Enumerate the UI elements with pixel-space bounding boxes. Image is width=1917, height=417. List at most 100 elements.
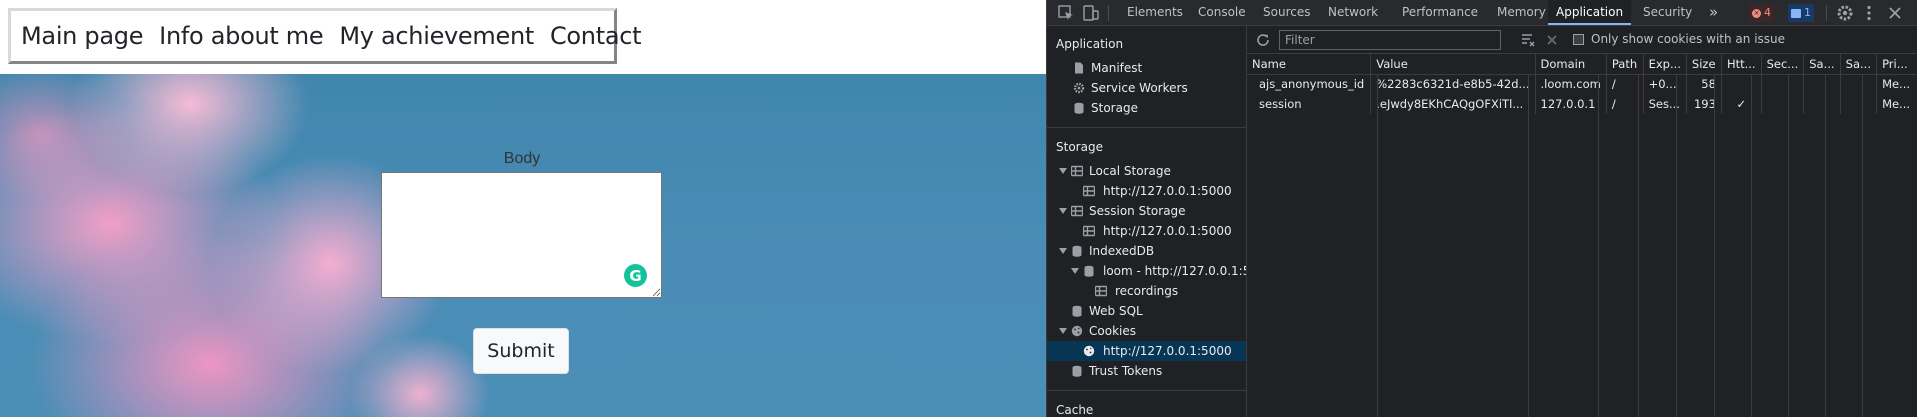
tab-memory[interactable]: Memory xyxy=(1489,0,1554,25)
application-sidebar: Application Manifest Service Workers Sto… xyxy=(1047,26,1247,417)
sidebar-item-label: Storage xyxy=(1091,101,1138,115)
nav-link-my-achievement[interactable]: My achievement xyxy=(339,22,534,50)
sidebar-item-local-storage[interactable]: Local Storage xyxy=(1047,161,1246,181)
delete-cookie-icon[interactable] xyxy=(1545,33,1559,47)
column-header-size[interactable]: Size xyxy=(1686,54,1722,75)
nav-link-contact[interactable]: Contact xyxy=(550,22,642,50)
column-header-samesite[interactable]: Sa... xyxy=(1803,54,1841,75)
refresh-icon[interactable] xyxy=(1255,32,1271,48)
cookie-samesite xyxy=(1803,74,1841,94)
column-header-path[interactable]: Path xyxy=(1606,54,1644,75)
database-icon xyxy=(1072,365,1082,377)
expand-triangle-icon[interactable] xyxy=(1071,268,1079,274)
cookie-secure xyxy=(1761,74,1805,94)
gear-icon xyxy=(1073,82,1085,94)
column-header-sameparty[interactable]: Sa... xyxy=(1840,54,1878,75)
cookie-sameparty xyxy=(1840,74,1878,94)
sidebar-item-web-sql[interactable]: Web SQL xyxy=(1047,301,1246,321)
sidebar-item-manifest[interactable]: Manifest xyxy=(1047,58,1246,78)
column-divider xyxy=(1377,74,1378,417)
tab-security[interactable]: Security xyxy=(1635,0,1700,25)
nav-link-info-about-me[interactable]: Info about me xyxy=(159,22,323,50)
column-header-priority[interactable]: Pri... xyxy=(1876,54,1917,75)
expand-triangle-icon[interactable] xyxy=(1059,248,1067,254)
settings-gear-icon[interactable] xyxy=(1835,3,1855,23)
sidebar-item-indexeddb[interactable]: IndexedDB xyxy=(1047,241,1246,261)
column-divider xyxy=(1825,74,1826,417)
sidebar-item-label: loom - http://127.0.0.1:5000 xyxy=(1103,264,1246,278)
clear-filtered-cookies-icon[interactable] xyxy=(1520,32,1536,48)
message-count: 1 xyxy=(1804,6,1811,19)
column-header-name[interactable]: Name xyxy=(1247,54,1372,75)
tab-elements[interactable]: Elements xyxy=(1119,0,1191,25)
sidebar-item-indexeddb-loom[interactable]: loom - http://127.0.0.1:5000 xyxy=(1047,261,1246,281)
expand-triangle-icon[interactable] xyxy=(1059,328,1067,334)
sidebar-divider xyxy=(1047,127,1246,128)
column-header-httponly[interactable]: Htt... xyxy=(1721,54,1762,75)
database-icon xyxy=(1084,265,1094,277)
cookie-name: session xyxy=(1247,94,1372,114)
table-row[interactable]: session .eJwdy8EKhCAQgOFXiTl... 127.0.0.… xyxy=(1247,94,1917,114)
cookie-priority: Me... xyxy=(1876,74,1917,94)
more-options-icon[interactable] xyxy=(1859,3,1879,23)
cookie-value: %2283c6321d-e8b5-42d... xyxy=(1370,74,1536,94)
cookie-priority: Me... xyxy=(1876,94,1917,114)
sidebar-item-label: http://127.0.0.1:5000 xyxy=(1103,344,1232,358)
cookie-domain: 127.0.0.1 xyxy=(1535,94,1607,114)
sidebar-item-label: Local Storage xyxy=(1089,164,1171,178)
sidebar-item-cookies-origin[interactable]: http://127.0.0.1:5000 xyxy=(1047,341,1246,361)
cookie-size: 58 xyxy=(1686,74,1722,94)
error-count-badge[interactable]: × 4 xyxy=(1749,4,1774,22)
more-tabs-icon[interactable]: » xyxy=(1701,0,1726,25)
nav-link-main-page[interactable]: Main page xyxy=(21,22,143,50)
sidebar-item-storage[interactable]: Storage xyxy=(1047,98,1246,118)
column-divider xyxy=(1714,74,1715,417)
column-header-value[interactable]: Value xyxy=(1370,54,1536,75)
column-divider xyxy=(1528,74,1529,417)
table-row[interactable]: ajs_anonymous_id %2283c6321d-e8b5-42d...… xyxy=(1247,74,1917,94)
table-grid-icon xyxy=(1083,185,1095,197)
table-grid-icon xyxy=(1071,205,1083,217)
sidebar-section-cache: Cache xyxy=(1056,403,1094,417)
sidebar-item-service-workers[interactable]: Service Workers xyxy=(1047,78,1246,98)
tab-performance[interactable]: Performance xyxy=(1394,0,1486,25)
sidebar-item-label: IndexedDB xyxy=(1089,244,1155,258)
grammarly-icon[interactable]: G xyxy=(624,264,647,287)
error-count: 4 xyxy=(1764,6,1771,19)
sidebar-item-recordings[interactable]: recordings xyxy=(1047,281,1246,301)
tab-console[interactable]: Console xyxy=(1190,0,1254,25)
message-icon xyxy=(1791,8,1801,18)
device-toolbar-icon[interactable] xyxy=(1081,3,1101,23)
sidebar-item-local-storage-origin[interactable]: http://127.0.0.1:5000 xyxy=(1047,181,1246,201)
body-textarea[interactable] xyxy=(381,172,662,298)
column-header-expires[interactable]: Exp... xyxy=(1643,54,1687,75)
top-navbar: Main page Info about me My achievement C… xyxy=(8,8,642,64)
cookies-filter-input[interactable] xyxy=(1279,30,1501,50)
close-devtools-icon[interactable] xyxy=(1885,3,1905,23)
sidebar-item-trust-tokens[interactable]: Trust Tokens xyxy=(1047,361,1246,381)
cookie-name: ajs_anonymous_id xyxy=(1247,74,1372,94)
message-count-badge[interactable]: 1 xyxy=(1788,4,1814,22)
expand-triangle-icon[interactable] xyxy=(1059,168,1067,174)
column-header-domain[interactable]: Domain xyxy=(1535,54,1607,75)
expand-triangle-icon[interactable] xyxy=(1059,208,1067,214)
cookie-httponly: ✓ xyxy=(1721,94,1762,114)
only-issue-label: Only show cookies with an issue xyxy=(1591,32,1786,46)
tab-application[interactable]: Application xyxy=(1548,0,1632,25)
database-icon xyxy=(1074,102,1084,114)
cookie-icon xyxy=(1083,345,1095,357)
tab-network[interactable]: Network xyxy=(1320,0,1386,25)
cookie-expires: Ses... xyxy=(1643,94,1687,114)
cookie-httponly xyxy=(1721,74,1762,94)
column-header-secure[interactable]: Sec... xyxy=(1761,54,1805,75)
sidebar-item-label: Cookies xyxy=(1089,324,1136,338)
sidebar-item-session-storage[interactable]: Session Storage xyxy=(1047,201,1246,221)
sidebar-item-session-storage-origin[interactable]: http://127.0.0.1:5000 xyxy=(1047,221,1246,241)
table-header-row: Name Value Domain Path Exp... Size Htt..… xyxy=(1247,54,1917,75)
submit-button[interactable]: Submit xyxy=(473,328,569,374)
sidebar-item-label: recordings xyxy=(1115,284,1179,298)
inspect-element-icon[interactable] xyxy=(1056,3,1076,23)
sidebar-item-cookies[interactable]: Cookies xyxy=(1047,321,1246,341)
tab-sources[interactable]: Sources xyxy=(1255,0,1318,25)
only-issue-checkbox[interactable] xyxy=(1573,34,1584,45)
